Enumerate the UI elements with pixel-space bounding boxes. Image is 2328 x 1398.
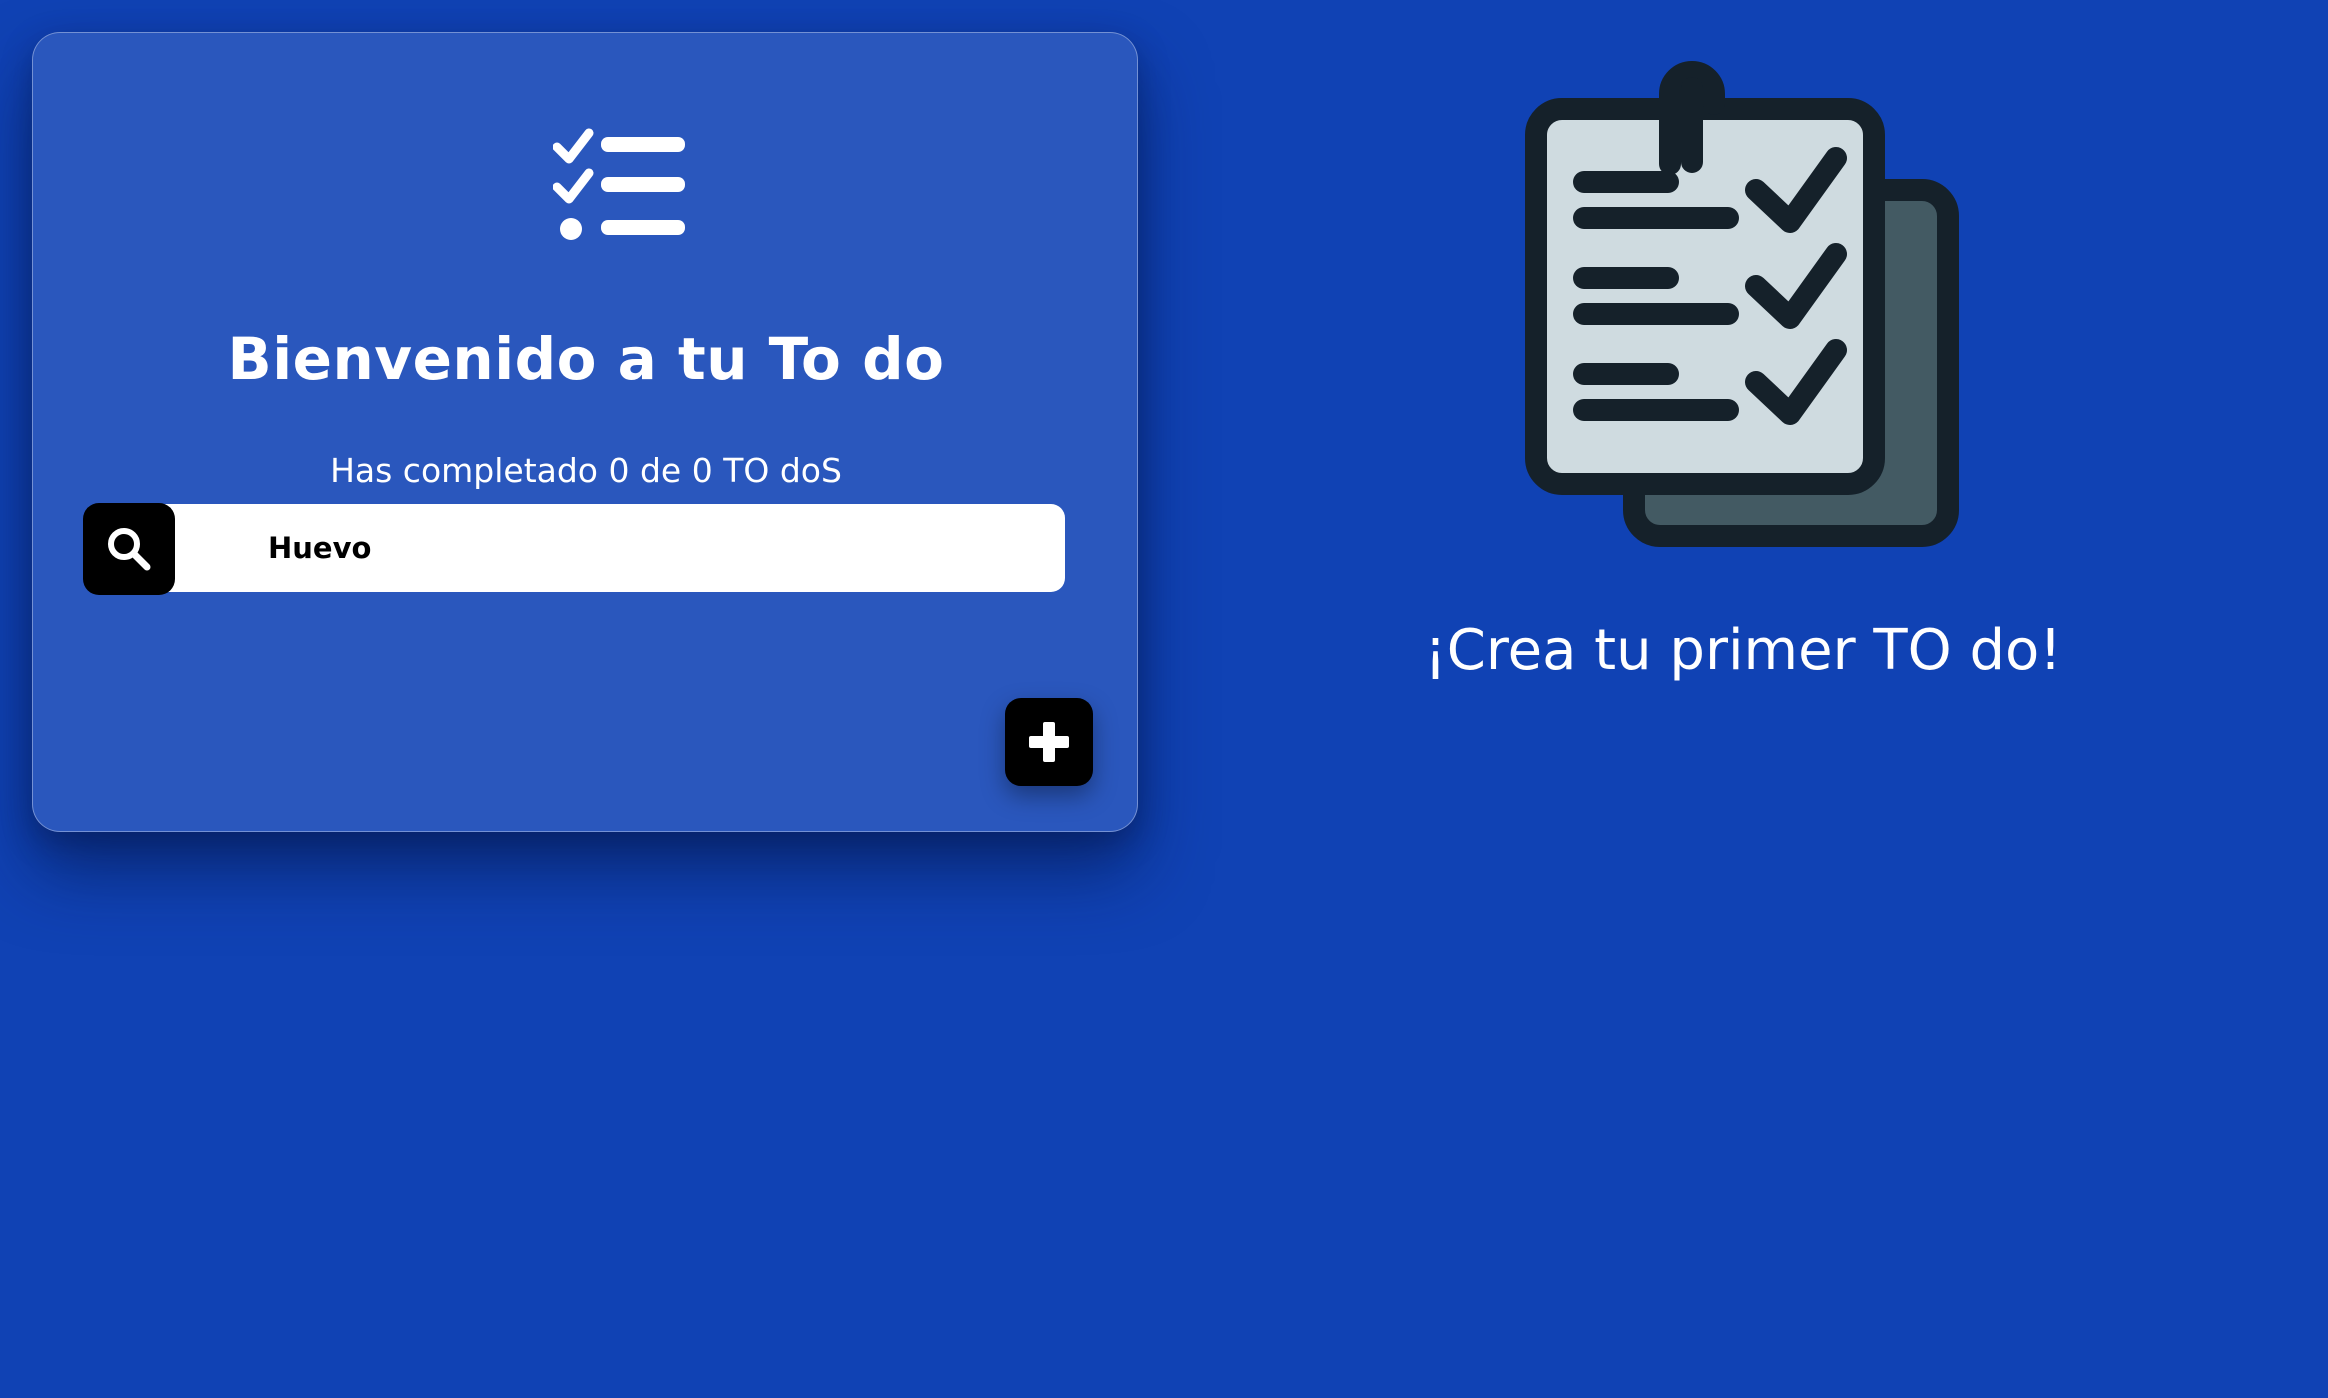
add-todo-button[interactable]: [1005, 698, 1093, 786]
plus-icon: [1029, 722, 1069, 762]
search-button[interactable]: [83, 503, 175, 595]
empty-state-message: ¡Crea tu primer TO do!: [1424, 618, 2062, 683]
search-icon: [108, 528, 151, 571]
todo-card: Bienvenido a tu To do Has completado 0 d…: [32, 32, 1138, 832]
checklist-icon: [553, 128, 685, 240]
search-input[interactable]: [123, 504, 1065, 592]
page-title: Bienvenido a tu To do: [227, 325, 945, 393]
clipboard-checklist-icon: [1525, 61, 1959, 547]
search-bar: [83, 503, 1065, 595]
progress-counter: Has completado 0 de 0 TO doS: [330, 451, 842, 490]
